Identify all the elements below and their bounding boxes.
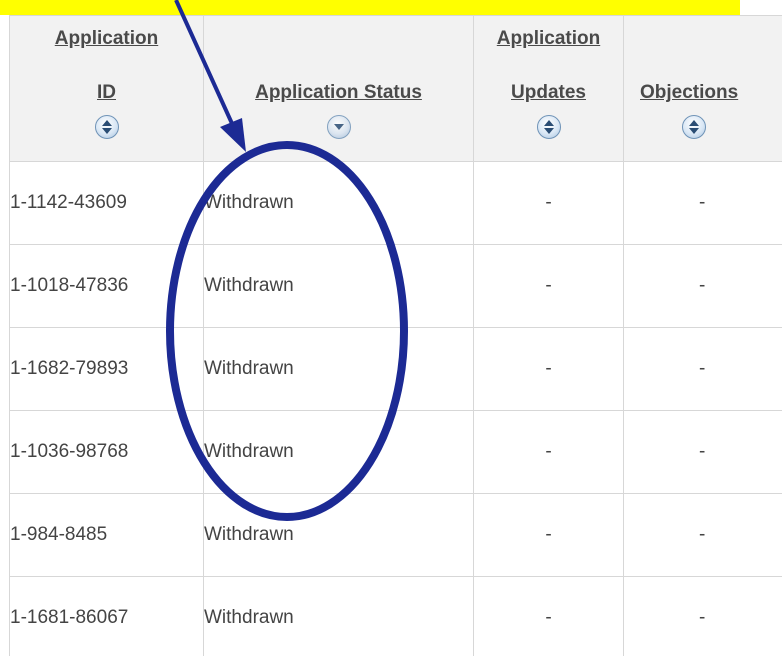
header-application-id[interactable]: Application ID (9, 15, 204, 162)
cell-application-status: Withdrawn (203, 244, 474, 328)
sort-icon[interactable] (94, 115, 119, 139)
header-label-line[interactable]: Application (475, 28, 623, 50)
sort-icon[interactable] (536, 115, 561, 139)
cell-application-id[interactable]: 1-984-8485 (9, 493, 204, 577)
header-application-status[interactable]: Application Status (203, 15, 474, 162)
cell-objections: - (623, 244, 782, 328)
cell-application-id[interactable]: 1-1018-47836 (9, 244, 204, 328)
table-row: 1-984-8485 Withdrawn - - (9, 493, 782, 577)
table-row: 1-1681-86067 Withdrawn - - (9, 576, 782, 656)
cell-application-updates: - (473, 576, 624, 656)
table-row: 1-1036-98768 Withdrawn - - (9, 410, 782, 494)
cell-objections: - (623, 410, 782, 494)
cell-application-updates: - (473, 327, 624, 411)
header-label-line[interactable]: Application (11, 28, 203, 50)
cell-application-status: Withdrawn (203, 576, 474, 656)
cell-application-updates: - (473, 244, 624, 328)
cell-objections: - (623, 327, 782, 411)
cell-application-updates: - (473, 161, 624, 245)
cell-application-updates: - (473, 493, 624, 577)
cell-application-status: Withdrawn (203, 327, 474, 411)
header-label-line[interactable]: Objections (625, 82, 782, 104)
table-row: 1-1142-43609 Withdrawn - - (9, 161, 782, 245)
highlight-banner (0, 0, 740, 15)
cell-application-status: Withdrawn (203, 161, 474, 245)
sort-icon[interactable] (326, 115, 351, 139)
header-label-line[interactable]: ID (11, 82, 203, 104)
cell-objections: - (623, 576, 782, 656)
screenshot-stage: Application ID Application Status Applic… (0, 0, 782, 656)
header-application-updates[interactable]: Application Updates (473, 15, 624, 162)
table-row: 1-1018-47836 Withdrawn - - (9, 244, 782, 328)
cell-objections: - (623, 161, 782, 245)
cell-application-id[interactable]: 1-1682-79893 (9, 327, 204, 411)
cell-application-updates: - (473, 410, 624, 494)
header-label-line[interactable]: Updates (475, 82, 623, 104)
table-header-row: Application ID Application Status Applic… (9, 15, 782, 162)
header-label-line[interactable]: Application Status (205, 82, 473, 104)
header-objections[interactable]: Objections (623, 15, 782, 162)
sort-icon[interactable] (681, 115, 706, 139)
cell-application-id[interactable]: 1-1036-98768 (9, 410, 204, 494)
cell-application-status: Withdrawn (203, 410, 474, 494)
applications-table: Application ID Application Status Applic… (9, 15, 782, 656)
cell-objections: - (623, 493, 782, 577)
table-row: 1-1682-79893 Withdrawn - - (9, 327, 782, 411)
cell-application-id[interactable]: 1-1142-43609 (9, 161, 204, 245)
cell-application-status: Withdrawn (203, 493, 474, 577)
cell-application-id[interactable]: 1-1681-86067 (9, 576, 204, 656)
